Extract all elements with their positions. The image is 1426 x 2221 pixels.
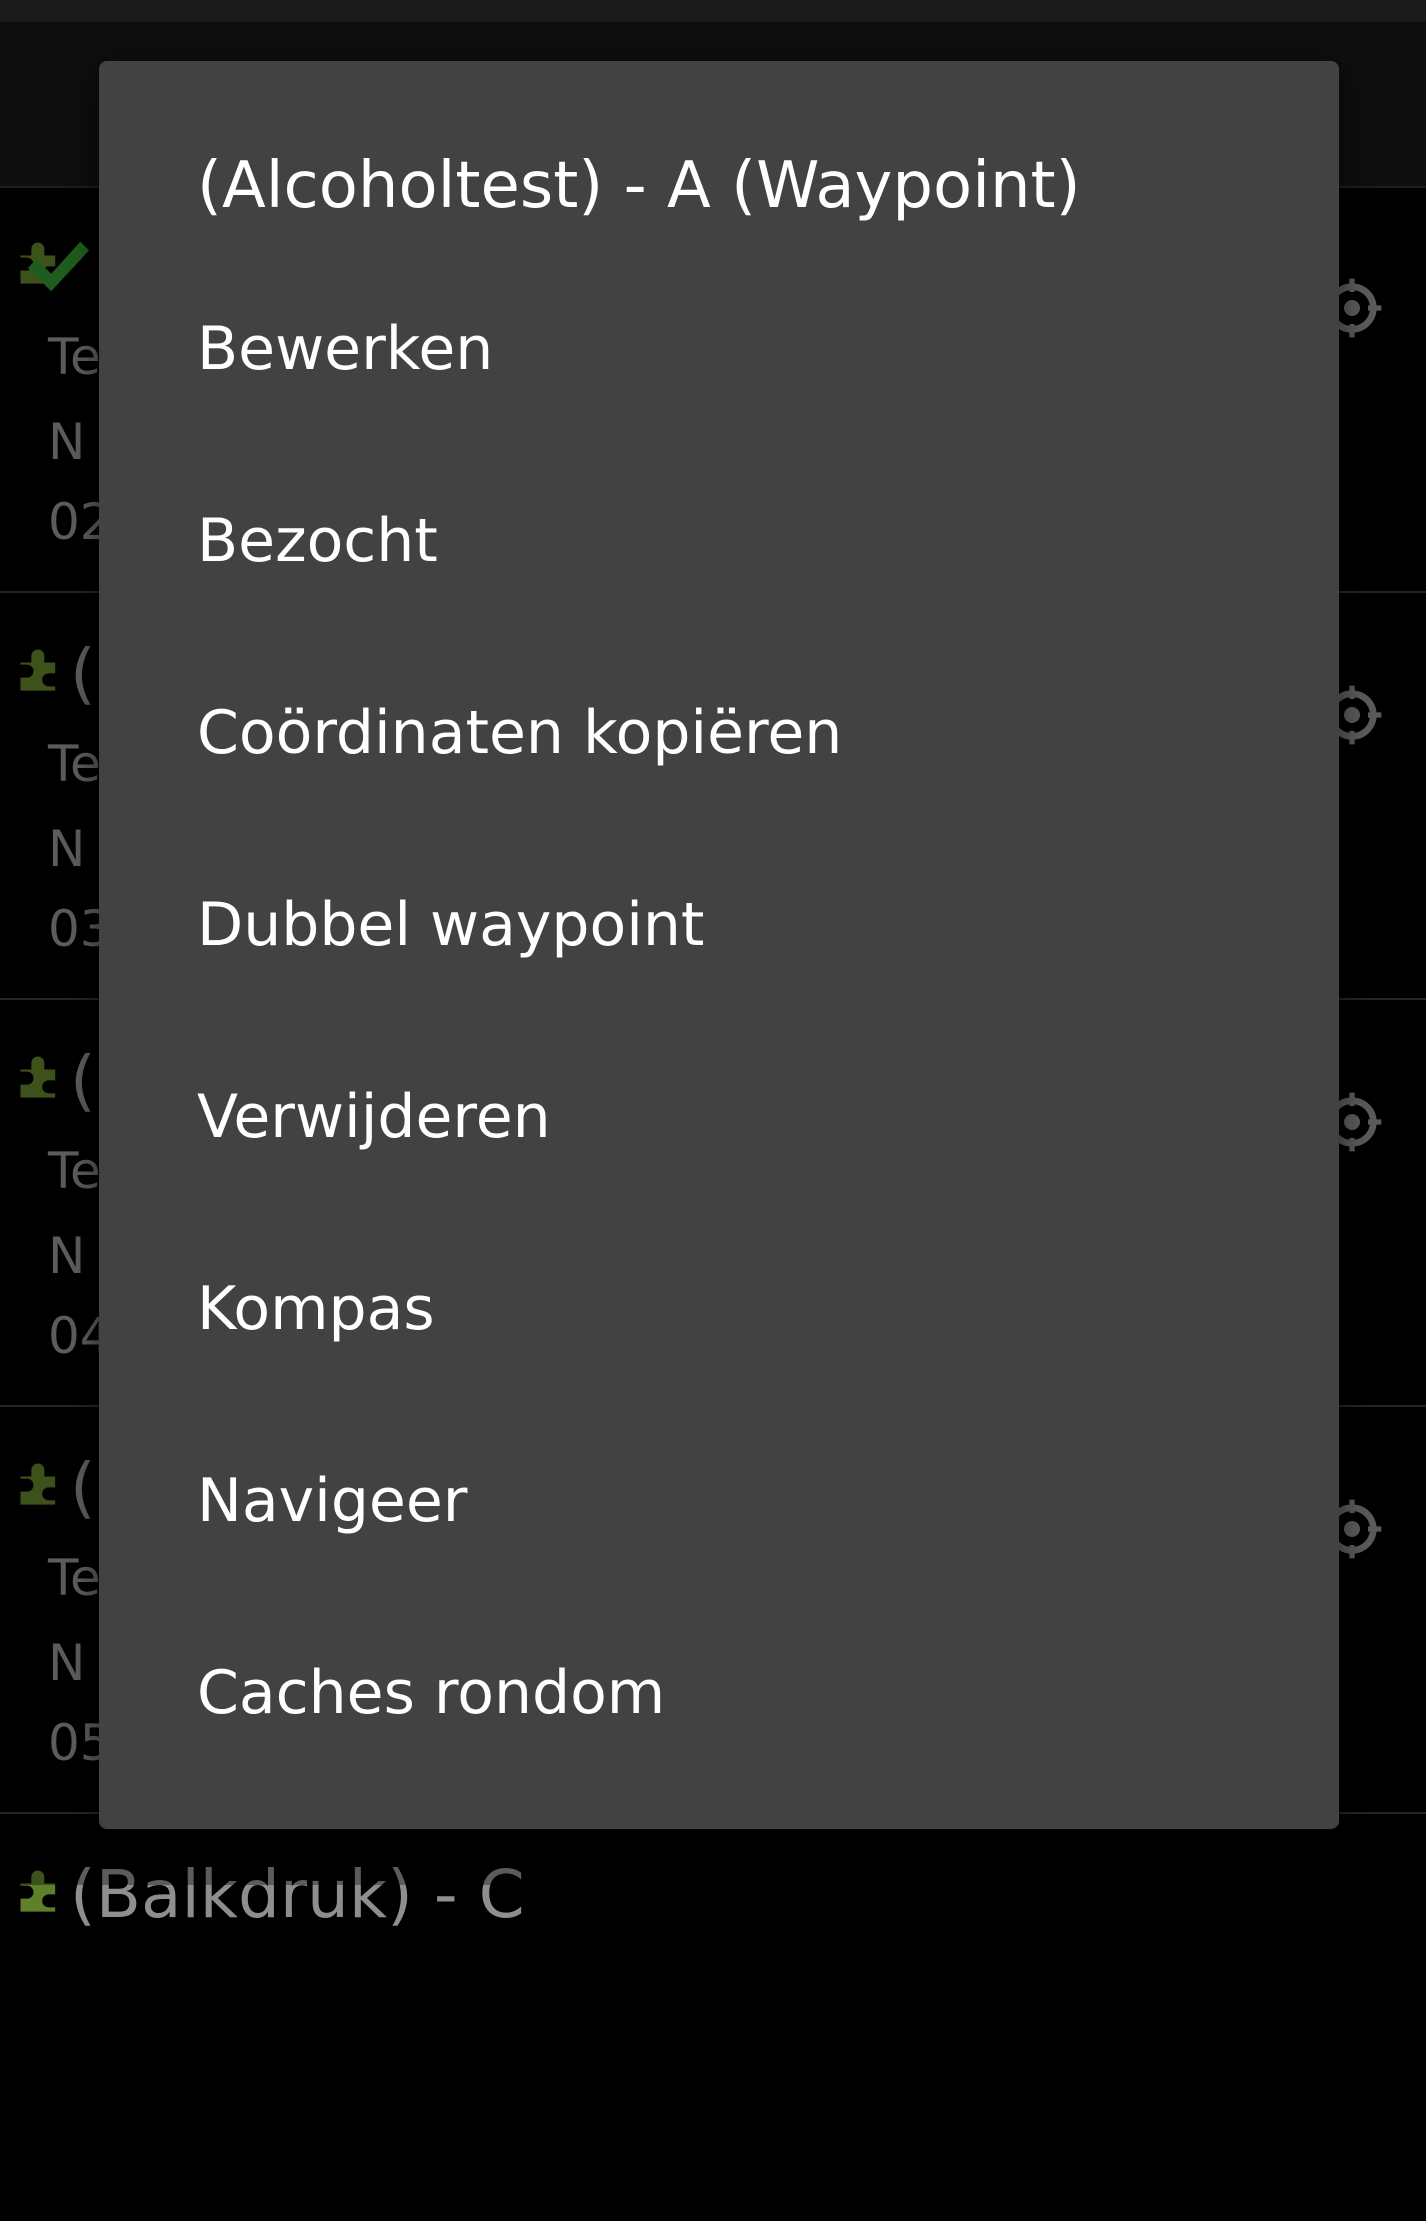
menu-item-label: Dubbel waypoint xyxy=(197,890,705,960)
menu-item-navigate[interactable]: Navigeer xyxy=(99,1405,1339,1597)
menu-item-label: Kompas xyxy=(197,1274,435,1344)
dialog-title: (Alcoholtest) - A (Waypoint) xyxy=(197,149,1081,223)
menu-item-label: Coördinaten kopiëren xyxy=(197,698,843,768)
menu-item-edit[interactable]: Bewerken xyxy=(99,253,1339,445)
menu-item-duplicate-waypoint[interactable]: Dubbel waypoint xyxy=(99,829,1339,1021)
context-menu-dialog: (Alcoholtest) - A (Waypoint) Bewerken Be… xyxy=(99,61,1339,1829)
menu-item-caches-nearby[interactable]: Caches rondom xyxy=(99,1597,1339,1789)
context-menu: Bewerken Bezocht Coördinaten kopiëren Du… xyxy=(99,253,1339,1789)
menu-item-label: Bezocht xyxy=(197,506,438,576)
menu-item-label: Navigeer xyxy=(197,1466,468,1536)
menu-item-label: Verwijderen xyxy=(197,1082,551,1152)
menu-item-copy-coordinates[interactable]: Coördinaten kopiëren xyxy=(99,637,1339,829)
menu-item-visited[interactable]: Bezocht xyxy=(99,445,1339,637)
menu-item-label: Caches rondom xyxy=(197,1658,666,1728)
menu-item-label: Bewerken xyxy=(197,314,494,384)
menu-item-compass[interactable]: Kompas xyxy=(99,1213,1339,1405)
menu-item-delete[interactable]: Verwijderen xyxy=(99,1021,1339,1213)
